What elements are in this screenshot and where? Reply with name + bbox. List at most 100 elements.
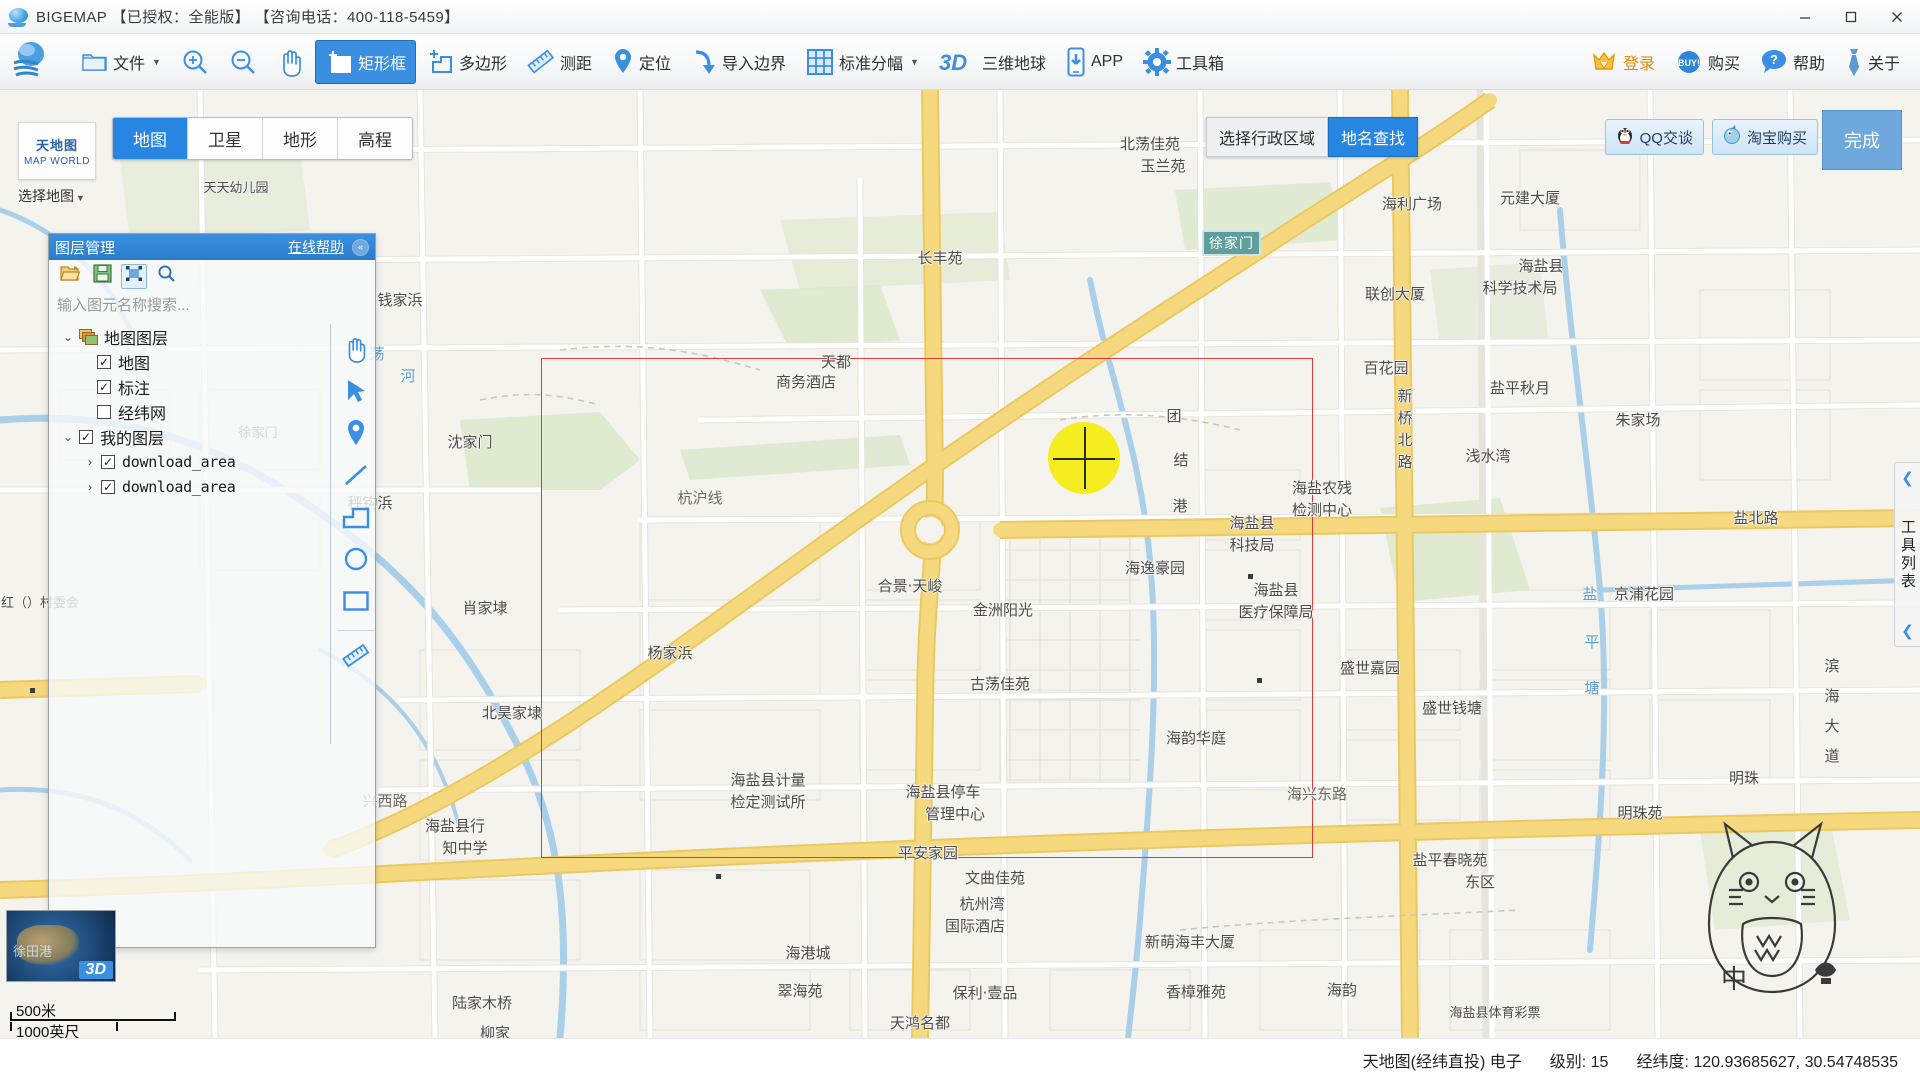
rectangle-icon [342, 589, 370, 618]
checkbox-my-layers[interactable] [79, 429, 93, 444]
tree-item-download-area-2[interactable]: › download_area [57, 474, 369, 499]
chevron-right-icon[interactable]: › [79, 480, 101, 494]
checkbox-download-area-1[interactable] [101, 454, 115, 469]
checkbox-map[interactable] [97, 354, 111, 369]
basemap-selector[interactable]: 天地图 MAP WORLD 选择地图 ▼ [18, 122, 96, 206]
map-tab-elevation[interactable]: 高程 [338, 118, 412, 159]
tool-list-expand-top-icon[interactable]: ❮ [1901, 469, 1914, 487]
layers-icon [79, 328, 98, 345]
tree-item-map[interactable]: 地图 [57, 349, 369, 374]
chevron-expanded-icon[interactable]: ⌄ [57, 430, 79, 444]
checkbox-download-area-2[interactable] [101, 479, 115, 494]
finish-button[interactable]: 完成 [1822, 110, 1902, 170]
map-label: 肖家埭 [462, 599, 508, 617]
tianditu-logo: 天地图 MAP WORLD [18, 122, 96, 180]
map-label: 杨家浜 [647, 644, 693, 662]
toolbar-label-help: 帮助 [1792, 55, 1825, 73]
draw-tools-toolbar [330, 324, 382, 744]
map-label: 海盐县 [1518, 257, 1564, 275]
map-label: 北荡佳苑 [1119, 135, 1181, 153]
search-button[interactable] [153, 264, 179, 289]
toolbar-item-toolbox[interactable]: 工具箱 [1133, 40, 1234, 84]
basemap-selector-label[interactable]: 选择地图 ▼ [18, 186, 96, 206]
minimize-button[interactable] [1782, 0, 1828, 33]
map-label: 团 [1166, 407, 1182, 425]
toolbar-item-measure[interactable]: 测距 [517, 40, 602, 84]
toolbar-item-pan[interactable] [267, 40, 315, 84]
tree-item-graticule-label: 经纬网 [118, 405, 167, 423]
toolbar-item-rectangle-select[interactable]: 矩形框 [314, 39, 416, 84]
map-label: 沈家门 [447, 433, 493, 451]
tab-select-admin-region[interactable]: 选择行政区域 [1206, 117, 1329, 157]
toolbar-item-polygon-select[interactable]: 多边形 [416, 40, 517, 84]
tree-group-my-layers[interactable]: ⌄ 我的图层 [57, 424, 369, 449]
tree-group-map-layers-label: 地图图层 [104, 330, 169, 348]
toolbar-item-help[interactable]: ? 帮助 [1750, 40, 1835, 84]
close-button[interactable] [1874, 0, 1920, 33]
draw-marker-button[interactable] [339, 419, 373, 450]
toolbar-item-buy[interactable]: BUY! 购买 [1665, 40, 1750, 84]
qq-chat-button[interactable]: QQ交谈 [1604, 119, 1704, 155]
toolbar-item-standard-grid[interactable]: 标准分幅 ▼ [796, 40, 929, 84]
toolbar-item-import-boundary[interactable]: 导入边界 [681, 40, 796, 84]
draw-select-button[interactable] [339, 378, 373, 408]
map-search-tabs: 选择行政区域 地名查找 [1206, 117, 1419, 157]
toolbar-label-3d-earth: 三维地球 [981, 55, 1046, 73]
maximize-button[interactable] [1828, 0, 1874, 33]
toolbar-item-zoom-out[interactable] [219, 40, 267, 84]
draw-measure-button[interactable] [339, 643, 373, 673]
3d-badge[interactable]: 3D [78, 961, 113, 979]
draw-line-button[interactable] [339, 462, 373, 492]
tool-list-panel[interactable]: ❮ 工具列表 ❮ [1894, 462, 1920, 647]
map-label: 朱家场 [1615, 411, 1661, 429]
map-label: 明珠苑 [1617, 804, 1663, 822]
map-label: 管理中心 [924, 805, 986, 823]
toolbar-item-locate[interactable]: 定位 [602, 40, 681, 84]
taobao-buy-button[interactable]: 淘宝购买 [1711, 119, 1818, 155]
checkbox-graticule[interactable] [97, 404, 111, 419]
chevron-down-icon: ▼ [76, 193, 85, 203]
map-label: 桥 [1397, 409, 1413, 427]
chevron-right-icon[interactable]: › [79, 455, 101, 469]
map-label: 海逸豪园 [1124, 559, 1186, 577]
tree-group-my-layers-label: 我的图层 [100, 430, 165, 448]
tree-item-download-area-1-label: download_area [122, 452, 236, 471]
toolbar-item-app[interactable]: APP [1056, 40, 1133, 84]
draw-pan-button[interactable] [339, 336, 373, 366]
toolbar-item-file[interactable]: 文件 ▼ [72, 40, 171, 84]
map-label: 明珠 [1728, 769, 1760, 787]
select-elements-button[interactable] [121, 263, 147, 289]
toolbar-label-login: 登录 [1622, 55, 1655, 73]
draw-rectangle-button[interactable] [339, 588, 373, 618]
open-folder-button[interactable] [57, 264, 83, 289]
search-icon [157, 264, 176, 288]
draw-circle-button[interactable] [339, 546, 373, 576]
tab-place-name-search[interactable]: 地名查找 [1328, 117, 1419, 157]
tool-list-expand-bottom-icon[interactable]: ❮ [1901, 622, 1914, 640]
tree-group-map-layers[interactable]: ⌄ 地图图层 [57, 324, 369, 349]
map-type-tabs: 地图 卫星 地形 高程 [112, 117, 413, 160]
online-help-link[interactable]: 在线帮助 [288, 237, 344, 257]
map-label: 玉兰苑 [1140, 157, 1186, 175]
map-label: 海盐农残 [1291, 479, 1353, 497]
map-label: 文曲佳苑 [964, 869, 1026, 887]
toolbar-item-3d-earth[interactable]: 3D 三维地球 [929, 40, 1056, 84]
globe-thumbnail[interactable]: 徐田港 3D [6, 910, 116, 982]
element-search-input[interactable]: 输入图元名称搜索... [57, 294, 367, 316]
tree-item-graticule[interactable]: 经纬网 [57, 399, 369, 424]
tree-item-annotation[interactable]: 标注 [57, 374, 369, 399]
map-tab-map[interactable]: 地图 [113, 118, 188, 159]
draw-polygon-button[interactable] [339, 504, 373, 534]
map-tab-terrain[interactable]: 地形 [263, 118, 338, 159]
chevron-expanded-icon[interactable]: ⌄ [57, 330, 79, 344]
3d-icon: 3D [939, 49, 977, 75]
toolbar-item-about[interactable]: 关于 [1835, 40, 1910, 84]
checkbox-annotation[interactable] [97, 379, 111, 394]
save-button[interactable] [89, 264, 115, 289]
tree-item-download-area-1[interactable]: › download_area [57, 449, 369, 474]
toolbar-item-zoom-in[interactable] [171, 40, 219, 84]
map-label: 联创大厦 [1364, 285, 1426, 303]
collapse-panel-icon[interactable]: « [352, 238, 369, 256]
map-tab-satellite[interactable]: 卫星 [188, 118, 263, 159]
toolbar-item-login[interactable]: 登录 [1580, 40, 1665, 84]
